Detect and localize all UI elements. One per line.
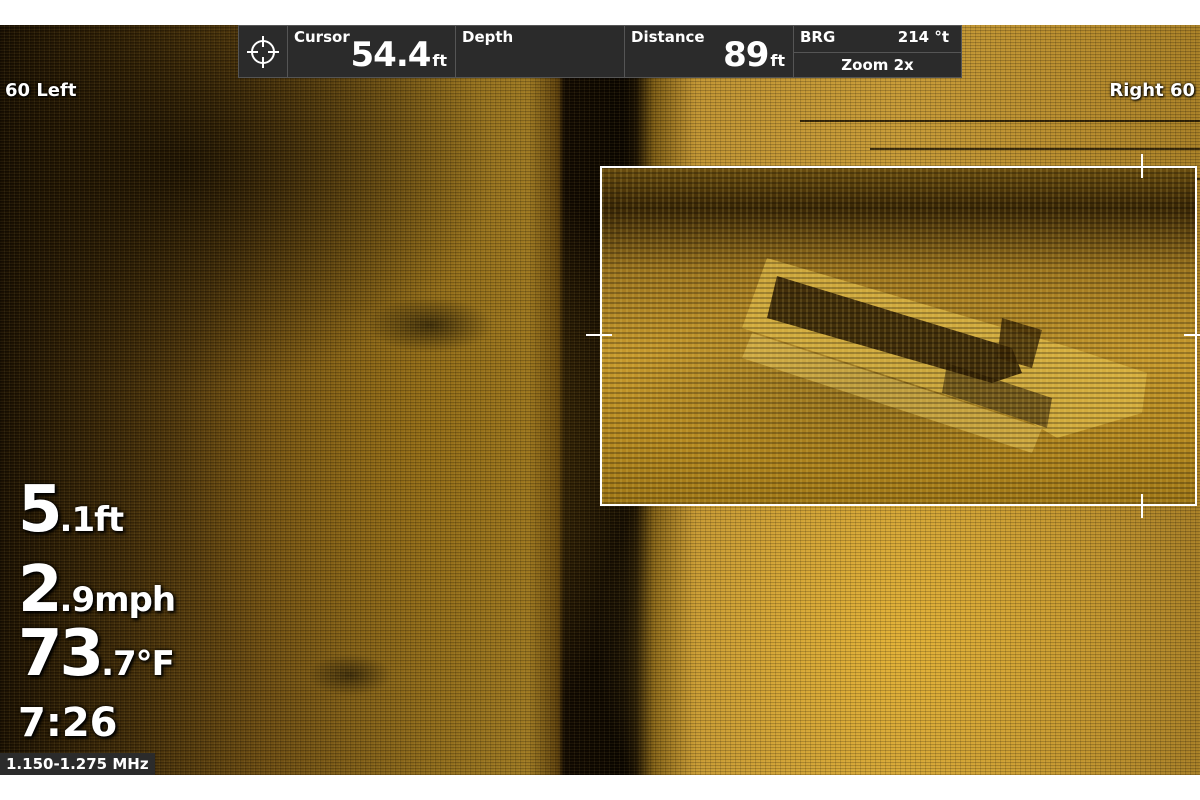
depth-value (614, 35, 616, 75)
zoom-tick-left (586, 334, 612, 336)
bearing-cell: BRG 214 °t Zoom 2x (793, 26, 961, 77)
zoom-tick-top (1141, 154, 1143, 178)
range-left-label: 60 Left (5, 80, 77, 101)
wreck-sonar-return (742, 258, 1147, 453)
water-temp-readout: 73.7°F (18, 617, 175, 691)
cursor-label: Cursor (294, 28, 350, 46)
speed-readout: 2.9mph (18, 553, 176, 627)
distance-cell: Distance 89 ft (624, 26, 793, 77)
depth-readout: 5.1ft (18, 473, 124, 547)
brg-value: 214 °t (897, 28, 949, 46)
frequency-badge: 1.150-1.275 MHz (0, 753, 155, 775)
range-right-label: Right 60 (1109, 80, 1195, 101)
distance-label: Distance (631, 28, 705, 46)
zoom-tick-right (1184, 334, 1200, 336)
zoom-level: Zoom 2x (841, 56, 914, 74)
data-bar: Cursor 54.4 ft Depth Distance 89 ft BRG 21… (238, 25, 962, 78)
zoom-window[interactable] (600, 166, 1197, 506)
depth-label: Depth (462, 28, 514, 46)
time-readout: 7:26 (18, 700, 118, 746)
cursor-depth-cell: Cursor 54.4 ft (287, 26, 455, 77)
zoom-tick-bottom (1141, 494, 1143, 518)
depth-cell: Depth (455, 26, 624, 77)
brg-label: BRG (800, 28, 836, 46)
cursor-value: 54.4 ft (350, 35, 448, 75)
crosshair-target-icon[interactable] (239, 26, 287, 77)
distance-value: 89 ft (723, 35, 785, 75)
